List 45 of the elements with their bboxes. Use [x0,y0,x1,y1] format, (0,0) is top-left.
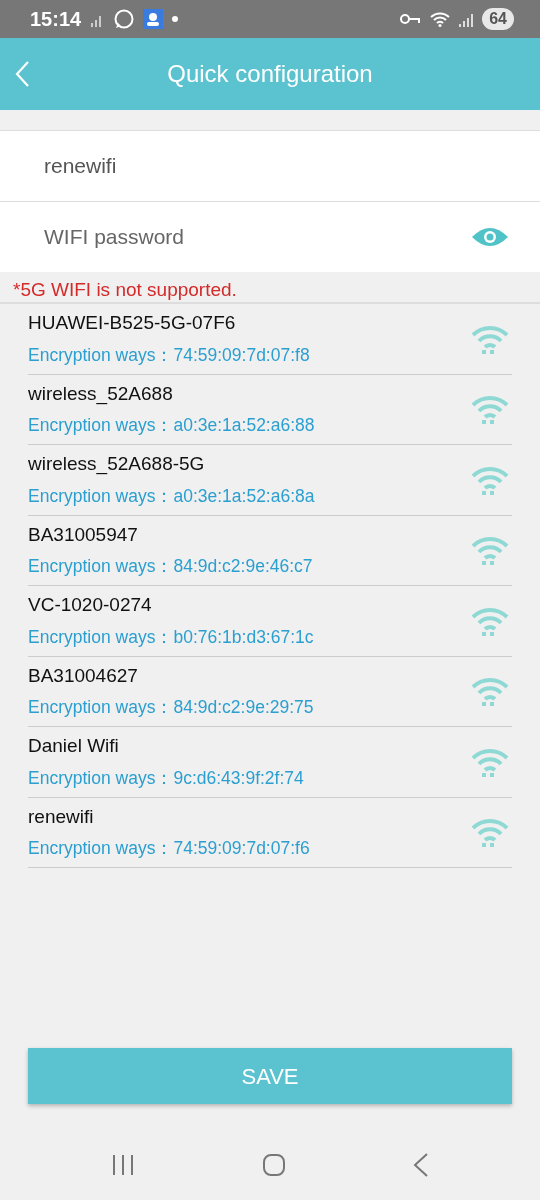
wifi-signal-icon [470,816,510,849]
warning-text: *5G WIFI is not supported. [0,272,540,304]
wifi-signal-icon [470,675,510,708]
network-item[interactable]: Daniel Wifi Encryption ways：9c:d6:43:9f:2f:74 [28,727,512,798]
battery-level: 64 [482,8,514,30]
network-detail: Encryption ways：74:59:09:7d:07:f8 [28,343,311,367]
network-name: wireless_52A688-5G [28,452,206,477]
network-name: HUAWEI-B525-5G-07F6 [28,311,237,336]
page-title: Quick configuration [167,59,373,89]
network-name: BA31004627 [28,663,139,688]
recent-apps-button[interactable] [111,1152,136,1178]
network-item[interactable]: BA31004627 Encryption ways：84:9d:c2:9e:29:75 [28,656,512,727]
password-input[interactable]: WIFI password [42,202,470,272]
back-button[interactable] [14,60,30,88]
wifi-status-icon [430,11,451,27]
chat-icon [113,8,136,30]
back-nav-button[interactable] [412,1152,429,1178]
network-detail: Encryption ways：b0:76:1b:d3:67:1c [28,625,315,649]
signal-icon [458,11,475,27]
network-item[interactable]: BA31005947 Encryption ways：84:9d:c2:9e:46:c7 [28,515,512,586]
network-detail: Encryption ways：84:9d:c2:9e:46:c7 [28,555,314,579]
network-detail: Encryption ways：74:59:09:7d:07:f6 [28,837,311,861]
network-item[interactable]: renewifi Encryption ways：74:59:09:7d:07:f6 [28,797,512,868]
camera-app-icon [143,9,164,29]
wifi-signal-icon [470,534,510,567]
network-detail: Encryption ways：a0:3e:1a:52:a6:88 [28,414,316,438]
network-name: BA31005947 [28,522,139,547]
password-field[interactable]: WIFI password [0,201,540,272]
network-detail: Encryption ways：a0:3e:1a:52:a6:8a [28,484,316,508]
network-name: VC-1020-0274 [28,593,153,618]
network-name: Daniel Wifi [28,734,120,759]
wifi-signal-icon [470,393,510,426]
network-name: renewifi [28,804,95,829]
network-item[interactable]: VC-1020-0274 Encryption ways：b0:76:1b:d3:67:1c [28,586,512,657]
network-name: wireless_52A688 [28,381,174,407]
network-item[interactable]: wireless_52A688-5G Encryption ways：a0:3e:1a:52:a6:8a [28,445,512,516]
dot-icon [171,15,180,23]
network-item[interactable]: HUAWEI-B525-5G-07F6 Encryption ways：74:59:09:7d:07:f8 [28,304,512,375]
network-item[interactable]: wireless_52A688 Encryption ways：a0:3e:1a:52:a6:88 [28,374,512,445]
home-button[interactable] [262,1152,286,1178]
key-icon [400,12,423,26]
eye-icon[interactable] [470,225,510,249]
network-detail: Encryption ways：9c:d6:43:9f:2f:74 [28,766,305,790]
network-detail: Encryption ways：84:9d:c2:9e:29:75 [28,696,315,720]
status-time: 15:14 [30,7,82,32]
